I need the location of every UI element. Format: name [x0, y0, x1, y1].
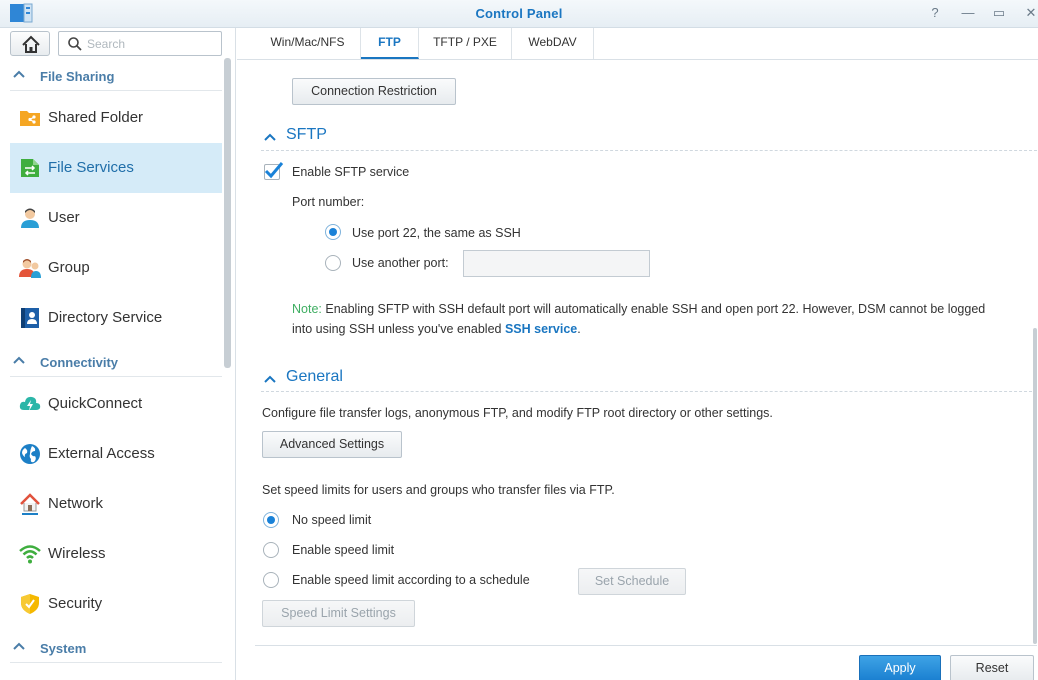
enable-speed-limit-radio[interactable] — [263, 542, 279, 558]
help-button[interactable]: ? — [925, 4, 945, 22]
section-label: File Sharing — [40, 69, 115, 84]
sidebar-item-directory-service[interactable]: Directory Service — [10, 293, 222, 343]
section-title: General — [286, 368, 343, 385]
section-system[interactable]: System — [10, 633, 222, 663]
minimize-button[interactable]: — — [958, 4, 978, 22]
tab-ftp[interactable]: FTP — [361, 28, 419, 59]
sidebar: File Sharing Shared Folder File Services… — [0, 28, 236, 680]
section-title: SFTP — [286, 126, 327, 143]
sidebar-item-label: Directory Service — [48, 309, 163, 326]
schedule-speed-limit-radio[interactable] — [263, 572, 279, 588]
globe-icon — [20, 444, 40, 464]
close-button[interactable]: ✕ — [1021, 4, 1038, 22]
port-number-label: Port number: — [292, 195, 365, 209]
group-icon — [19, 259, 41, 278]
enable-sftp-label: Enable SFTP service — [292, 165, 410, 179]
section-label: System — [40, 641, 87, 656]
advanced-settings-button[interactable]: Advanced Settings — [262, 431, 402, 458]
tab-bar: Win/Mac/NFS FTP TFTP / PXE WebDAV — [237, 28, 1038, 60]
reset-button[interactable]: Reset — [950, 655, 1034, 680]
section-file-sharing[interactable]: File Sharing — [10, 61, 222, 91]
tab-tftp-pxe[interactable]: TFTP / PXE — [419, 28, 512, 59]
sidebar-item-security[interactable]: Security — [10, 579, 222, 629]
general-section-header[interactable]: General — [261, 368, 381, 390]
note-text: into using SSH unless you've enabled — [292, 322, 505, 336]
file-services-icon — [21, 159, 39, 177]
shared-folder-icon — [20, 111, 40, 126]
note-text: . — [577, 322, 581, 336]
sidebar-item-label: Security — [48, 595, 103, 612]
sidebar-item-label: User — [48, 209, 80, 226]
enable-speed-limit-label: Enable speed limit — [292, 543, 395, 557]
sidebar-item-label: File Services — [48, 159, 134, 176]
user-icon — [21, 208, 39, 228]
another-port-input[interactable] — [463, 250, 650, 277]
home-button[interactable] — [10, 31, 50, 56]
note-text: Enabling SFTP with SSH default port will… — [321, 302, 986, 316]
speed-limit-description: Set speed limits for users and groups wh… — [262, 483, 615, 497]
sftp-section-header[interactable]: SFTP — [261, 126, 361, 148]
connection-restriction-button[interactable]: Connection Restriction — [292, 78, 456, 105]
tab-win-mac-nfs[interactable]: Win/Mac/NFS — [255, 28, 361, 59]
chevron-up-icon — [13, 642, 25, 650]
port-22-label: Use port 22, the same as SSH — [352, 226, 521, 240]
footer-divider — [255, 645, 1037, 646]
maximize-button[interactable]: ▭ — [989, 4, 1009, 22]
search-box[interactable] — [58, 31, 222, 56]
chevron-up-icon — [264, 133, 276, 141]
main-panel: Win/Mac/NFS FTP TFTP / PXE WebDAV Connec… — [237, 28, 1038, 680]
sftp-note-line-1: Note: Enabling SFTP with SSH default por… — [292, 302, 985, 316]
sidebar-item-label: QuickConnect — [48, 395, 143, 412]
sidebar-item-external-access[interactable]: External Access — [10, 429, 222, 479]
sidebar-item-wireless[interactable]: Wireless — [10, 529, 222, 579]
another-port-label: Use another port: — [352, 256, 449, 270]
shield-icon — [21, 594, 39, 614]
general-description: Configure file transfer logs, anonymous … — [262, 406, 773, 420]
apply-button[interactable]: Apply — [859, 655, 941, 680]
title-bar: Control Panel ? — ▭ ✕ — [0, 0, 1038, 28]
sidebar-item-label: External Access — [48, 445, 155, 462]
chevron-up-icon — [13, 356, 25, 364]
section-divider — [261, 391, 1037, 392]
another-port-radio[interactable] — [325, 255, 341, 271]
sidebar-item-label: Network — [48, 495, 104, 512]
search-input[interactable] — [87, 36, 217, 52]
set-schedule-button[interactable]: Set Schedule — [578, 568, 686, 595]
chevron-up-icon — [264, 375, 276, 383]
section-divider — [261, 150, 1037, 151]
section-label: Connectivity — [40, 355, 119, 370]
sidebar-item-file-services[interactable]: File Services — [10, 143, 222, 193]
network-icon — [20, 493, 40, 515]
directory-service-icon — [21, 308, 39, 328]
note-label: Note: — [292, 302, 322, 316]
ssh-service-link[interactable]: SSH service — [505, 322, 577, 336]
sidebar-item-user[interactable]: User — [10, 193, 222, 243]
enable-sftp-checkbox[interactable] — [264, 162, 284, 180]
window-title: Control Panel — [475, 6, 563, 21]
checkmark-icon — [264, 162, 284, 179]
no-speed-limit-radio[interactable] — [263, 512, 279, 528]
speed-limit-settings-button[interactable]: Speed Limit Settings — [262, 600, 415, 627]
content-scrollbar[interactable] — [1033, 328, 1037, 644]
section-connectivity[interactable]: Connectivity — [10, 347, 222, 377]
sidebar-item-label: Group — [48, 259, 90, 276]
sidebar-item-label: Wireless — [48, 545, 106, 562]
chevron-up-icon — [13, 70, 25, 78]
quickconnect-icon — [19, 396, 41, 411]
port-22-radio[interactable] — [325, 224, 341, 240]
schedule-speed-limit-label: Enable speed limit according to a schedu… — [292, 573, 530, 587]
wifi-icon — [19, 545, 41, 564]
sftp-note-line-2: into using SSH unless you've enabled SSH… — [292, 322, 581, 336]
sidebar-item-label: Shared Folder — [48, 109, 144, 126]
search-icon — [68, 37, 82, 51]
sidebar-item-network[interactable]: Network — [10, 479, 222, 529]
no-speed-limit-label: No speed limit — [292, 513, 372, 527]
sidebar-item-quickconnect[interactable]: QuickConnect — [10, 379, 222, 429]
sidebar-item-group[interactable]: Group — [10, 243, 222, 293]
home-icon — [22, 35, 40, 53]
tab-webdav[interactable]: WebDAV — [512, 28, 594, 59]
sidebar-scrollbar[interactable] — [224, 58, 231, 368]
sidebar-item-shared-folder[interactable]: Shared Folder — [10, 93, 222, 143]
